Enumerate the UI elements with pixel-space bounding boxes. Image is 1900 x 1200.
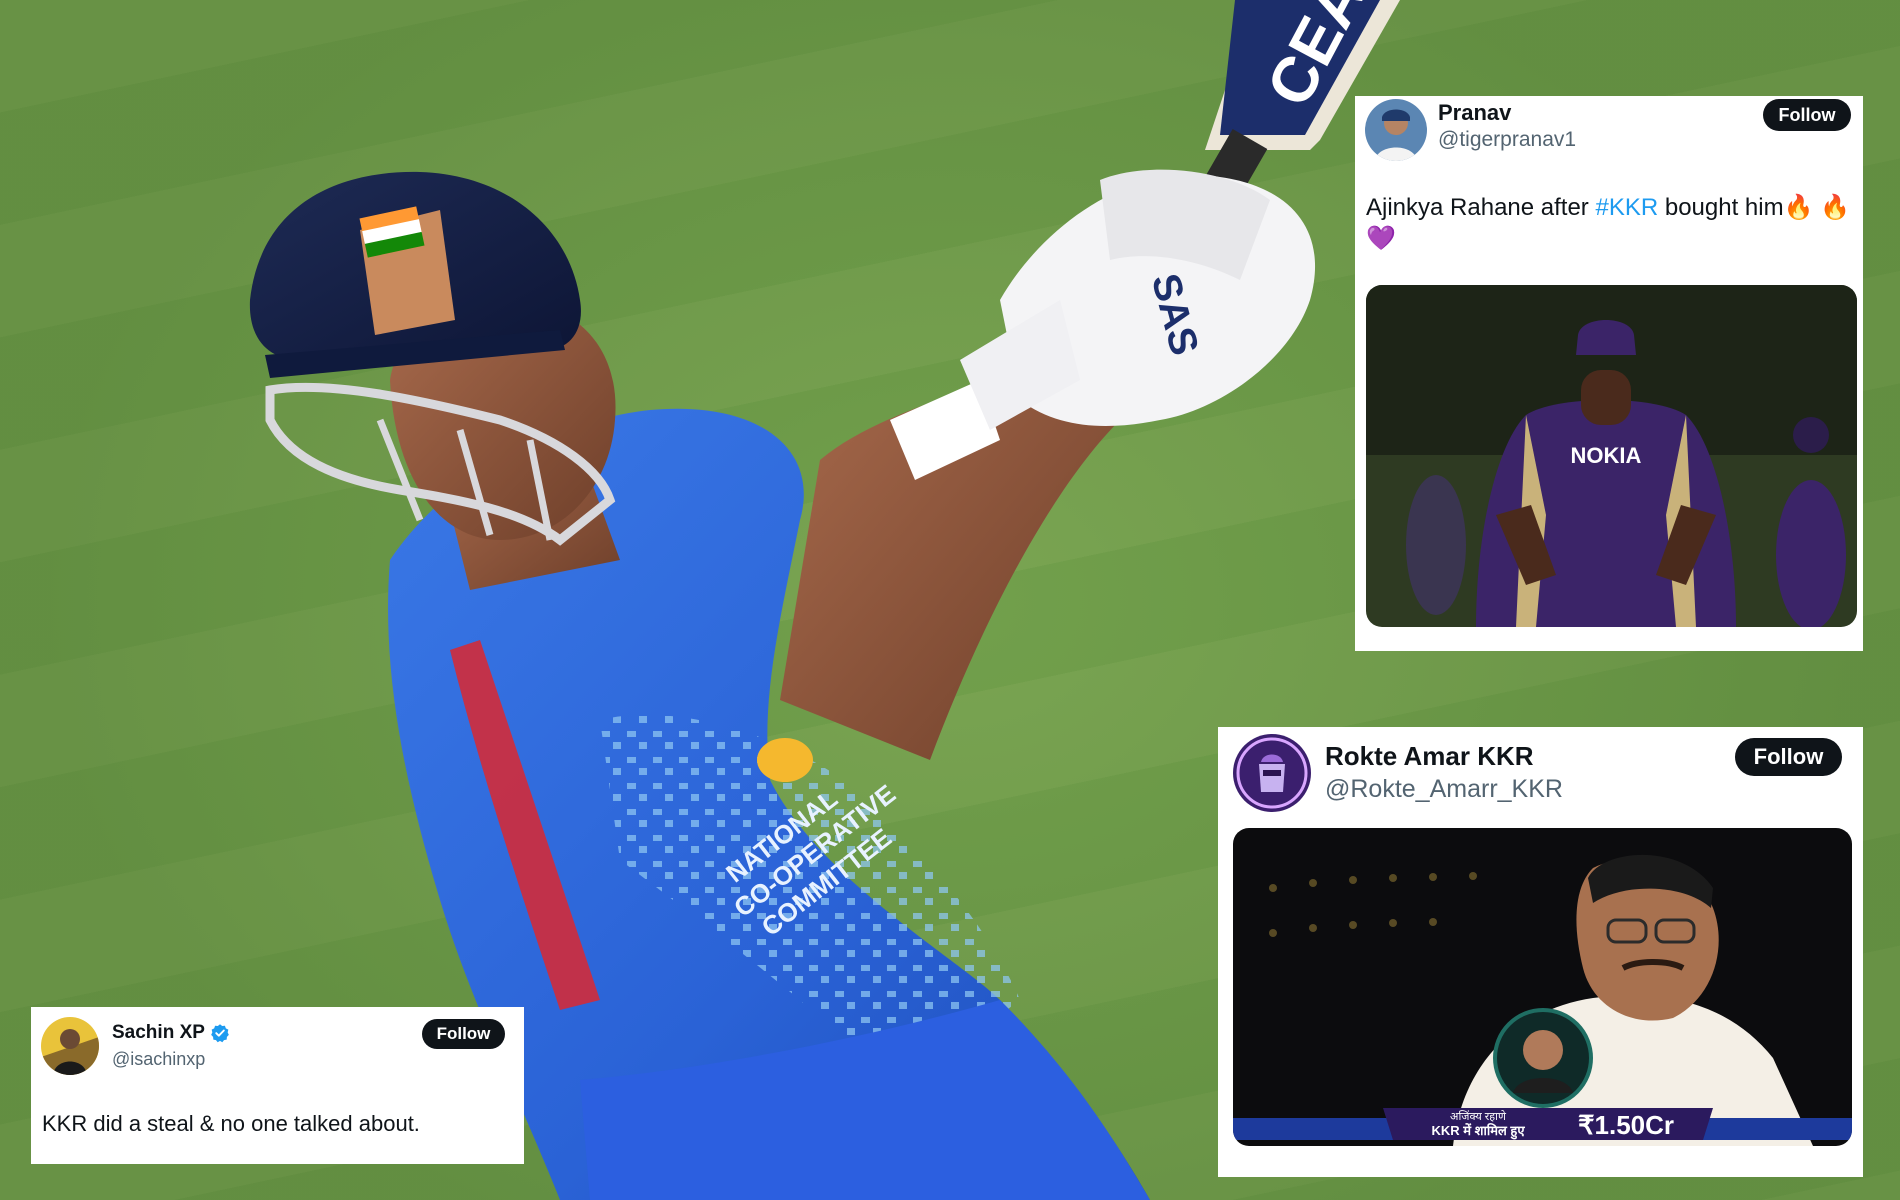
- avatar-image: [41, 1017, 99, 1075]
- hashtag-link[interactable]: #KKR: [1595, 194, 1658, 221]
- svg-text:NOKIA: NOKIA: [1571, 443, 1642, 468]
- avatar[interactable]: [41, 1017, 99, 1075]
- auction-broadcast-photo: अजिंक्य रहाणे KKR में शामिल हुए ₹1.50Cr: [1233, 828, 1852, 1146]
- tweet-text: Ajinkya Rahane after #KKR bought him🔥 🔥 …: [1366, 192, 1856, 254]
- verified-badge-icon: [211, 1024, 229, 1043]
- follow-button[interactable]: Follow: [1763, 99, 1851, 131]
- kkr-player-photo: NOKIA: [1366, 285, 1857, 627]
- svg-text:KKR में शामिल हुए: KKR में शामिल हुए: [1431, 1123, 1525, 1140]
- user-handle[interactable]: @isachinxp: [112, 1049, 205, 1070]
- follow-button[interactable]: Follow: [422, 1019, 505, 1049]
- rakkr-logo-icon: [1233, 734, 1311, 812]
- display-name-text: Sachin XP: [112, 1022, 205, 1043]
- tweet-media-image[interactable]: अजिंक्य रहाणे KKR में शामिल हुए ₹1.50Cr: [1233, 828, 1852, 1146]
- user-handle[interactable]: @Rokte_Amarr_KKR: [1325, 775, 1563, 804]
- tweet-text-part: Ajinkya Rahane after: [1366, 194, 1596, 221]
- display-name[interactable]: Pranav: [1438, 100, 1511, 126]
- tweet-text: KKR did a steal & no one talked about.: [42, 1111, 420, 1136]
- avatar[interactable]: [1365, 99, 1427, 161]
- svg-text:₹1.50Cr: ₹1.50Cr: [1578, 1110, 1674, 1140]
- gloves: SAS: [960, 169, 1316, 430]
- display-name[interactable]: Sachin XP: [112, 1022, 230, 1044]
- avatar[interactable]: [1233, 734, 1311, 812]
- tweet-card-rokte-amar-kkr: Rokte Amar KKR @Rokte_Amarr_KKR Follow अ…: [1218, 727, 1863, 1177]
- tweet-text-part: bought him🔥 🔥: [1658, 194, 1851, 221]
- avatar-image: [1365, 99, 1427, 161]
- user-handle[interactable]: @tigerpranav1: [1438, 128, 1576, 152]
- tweet-card-pranav: Pranav @tigerpranav1 Follow Ajinkya Raha…: [1355, 96, 1863, 651]
- display-name[interactable]: Rokte Amar KKR: [1325, 741, 1534, 772]
- tweet-text-emoji: 💜: [1366, 225, 1396, 253]
- tweet-media-image[interactable]: NOKIA: [1366, 285, 1857, 627]
- tweet-card-sachin-xp: Sachin XP @isachinxp Follow KKR did a st…: [31, 1007, 524, 1164]
- svg-text:अजिंक्य रहाणे: अजिंक्य रहाणे: [1450, 1110, 1507, 1123]
- follow-button[interactable]: Follow: [1735, 738, 1842, 776]
